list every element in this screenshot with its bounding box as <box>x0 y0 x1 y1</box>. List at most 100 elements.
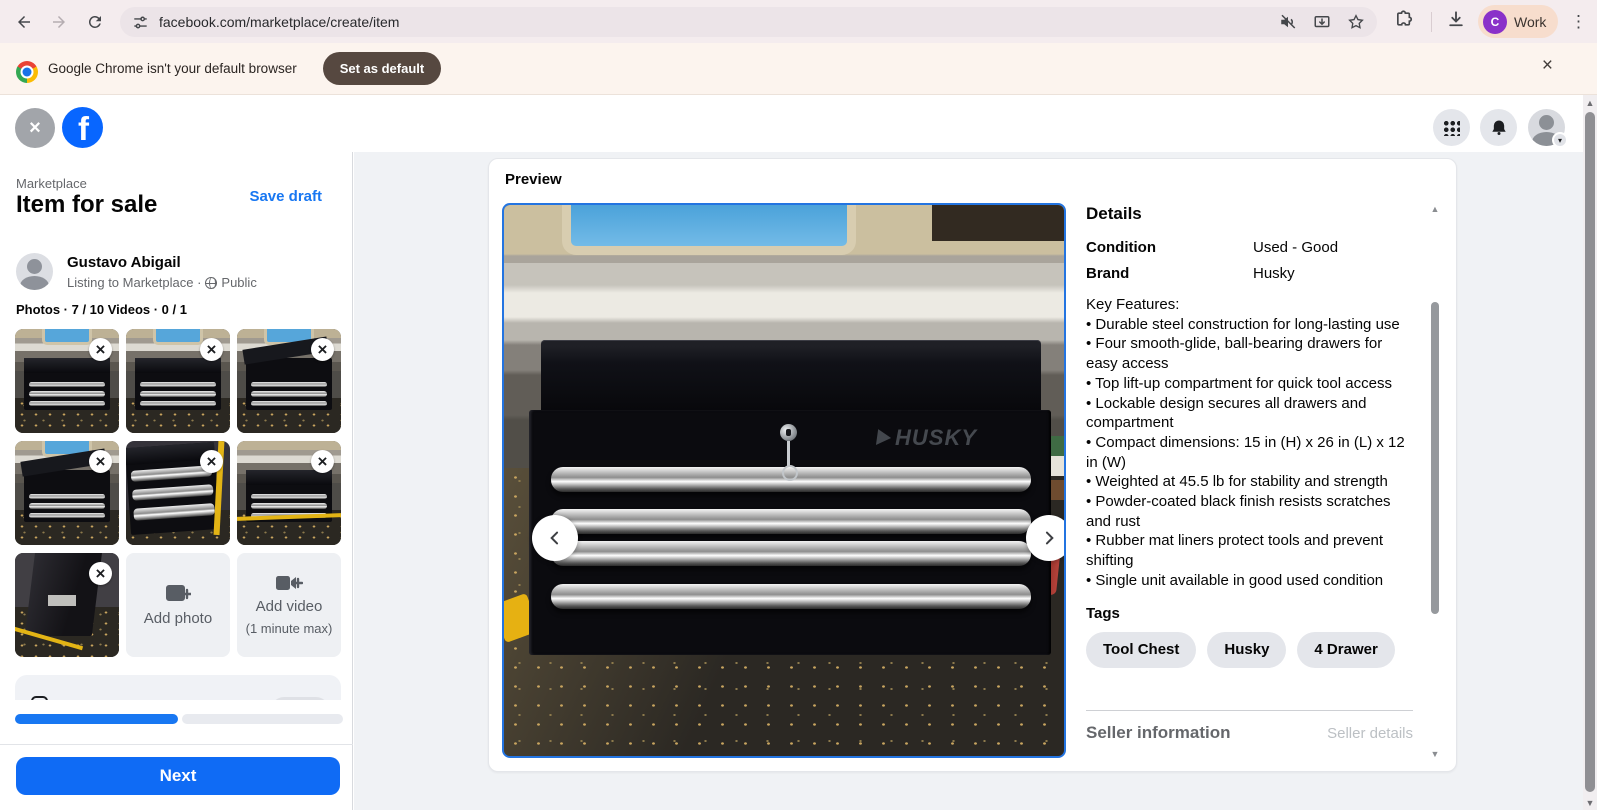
forward-icon[interactable] <box>45 8 73 36</box>
thumb-tool-chest <box>246 470 331 522</box>
thumb-tool-chest <box>24 553 101 636</box>
description-line: Key Features: <box>1086 295 1416 315</box>
remove-photo-button[interactable]: × <box>89 338 112 361</box>
thumb-tool-chest <box>135 358 220 410</box>
description-line: • Compact dimensions: 15 in (H) x 26 in … <box>1086 433 1416 472</box>
details-heading: Details <box>1086 204 1416 224</box>
description-line: • Four smooth-glide, ball-bearing drawer… <box>1086 334 1416 373</box>
detail-value: Used - Good <box>1253 239 1338 256</box>
seller-name: Gustavo Abigail <box>67 254 181 271</box>
remove-photo-button[interactable]: × <box>89 450 112 473</box>
chrome-logo-icon <box>16 61 38 83</box>
tool-chest-lid <box>541 340 1041 417</box>
upload-banner-toggle[interactable] <box>271 697 329 700</box>
detail-row: Brand Husky <box>1086 265 1416 282</box>
add-video-limit: (1 minute max) <box>246 621 333 637</box>
scroll-down-arrow[interactable]: ▼ <box>1583 798 1597 808</box>
scroll-up-arrow[interactable]: ▲ <box>1429 204 1441 214</box>
photo-thumbnail[interactable]: × <box>15 553 119 657</box>
add-photo-button[interactable]: Add photo <box>126 553 230 657</box>
toolbar-divider <box>1431 12 1432 32</box>
install-icon[interactable] <box>1313 13 1331 31</box>
chevron-left-icon <box>545 528 565 548</box>
preview-card: Preview <box>488 158 1457 772</box>
seller-information-row: Seller information Seller details <box>1086 710 1413 743</box>
breadcrumb: Marketplace <box>16 176 87 191</box>
tag-pill[interactable]: 4 Drawer <box>1297 632 1394 668</box>
save-draft-link[interactable]: Save draft <box>249 188 322 205</box>
description-line: • Powder-coated black finish resists scr… <box>1086 492 1416 531</box>
photo-thumbnail[interactable]: × <box>126 329 230 433</box>
set-as-default-button[interactable]: Set as default <box>323 52 442 85</box>
remove-photo-button[interactable]: × <box>311 450 334 473</box>
chevron-right-icon <box>1039 528 1059 548</box>
detail-label: Brand <box>1086 265 1253 282</box>
carousel-next-button[interactable] <box>1026 515 1066 561</box>
remove-photo-button[interactable]: × <box>311 338 334 361</box>
browser-menu-icon[interactable]: ⋮ <box>1570 8 1587 36</box>
bookmark-star-icon[interactable] <box>1347 13 1365 31</box>
download-icon[interactable] <box>1446 9 1466 34</box>
reload-icon[interactable] <box>81 8 109 36</box>
description: Key Features: • Durable steel constructi… <box>1086 295 1416 591</box>
thumb-tool-chest <box>24 470 109 522</box>
phone-icon <box>31 696 48 700</box>
description-line: • Single unit available in good used con… <box>1086 571 1416 591</box>
photo-thumbnail[interactable]: × <box>126 441 230 545</box>
apps-grid-icon <box>1443 119 1460 136</box>
add-video-button[interactable]: Add video (1 minute max) <box>237 553 341 657</box>
preview-heading: Preview <box>505 171 562 188</box>
browser-profile-chip[interactable]: C Work <box>1478 5 1558 38</box>
add-photo-icon <box>165 583 191 605</box>
photo-thumbnail[interactable]: × <box>15 329 119 433</box>
facebook-header: × f ▾ <box>0 95 1597 152</box>
photo-thumbnail[interactable]: × <box>237 441 341 545</box>
url-text[interactable]: facebook.com/marketplace/create/item <box>159 14 1279 30</box>
remove-photo-button[interactable]: × <box>200 450 223 473</box>
seller-avatar <box>16 253 53 290</box>
banner-close-icon[interactable]: × <box>1542 55 1553 77</box>
keyhole <box>780 424 797 441</box>
thumb-window <box>153 329 203 345</box>
carousel-previous-button[interactable] <box>532 515 578 561</box>
husky-logo: HUSKY <box>877 425 977 451</box>
globe-icon <box>205 277 217 289</box>
tag-pill[interactable]: Tool Chest <box>1086 632 1196 668</box>
address-bar[interactable]: facebook.com/marketplace/create/item <box>120 7 1377 37</box>
notifications-button[interactable] <box>1480 109 1517 146</box>
photo-thumbnail[interactable]: × <box>237 329 341 433</box>
extensions-icon[interactable] <box>1394 9 1414 34</box>
photo-thumbnail[interactable]: × <box>15 441 119 545</box>
thumb-tool-chest <box>246 358 331 410</box>
photo-dark-corner <box>932 205 1066 241</box>
scroll-up-arrow[interactable]: ▲ <box>1583 98 1597 108</box>
scrollbar-thumb[interactable] <box>1585 112 1595 792</box>
media-counts: Photos · 7 / 10 Videos · 0 / 1 <box>16 302 187 317</box>
drawer-handle <box>551 541 1031 566</box>
chevron-down-icon[interactable]: ▾ <box>1552 132 1568 148</box>
site-info-icon[interactable] <box>132 14 149 31</box>
remove-photo-button[interactable]: × <box>200 338 223 361</box>
description-line: • Lockable design secures all drawers an… <box>1086 394 1416 433</box>
seller-details-label: Seller details <box>1327 725 1413 742</box>
progress-step-remaining <box>182 714 343 724</box>
remove-photo-button[interactable]: × <box>89 562 112 585</box>
description-line: • Rubber mat liners protect tools and pr… <box>1086 531 1416 570</box>
close-listing-button[interactable]: × <box>15 108 55 148</box>
progress-step-complete <box>15 714 178 724</box>
drawer-handle <box>551 509 1031 534</box>
details-panel: Details Condition Used - Good Brand Husk… <box>1086 204 1416 759</box>
profile-avatar-badge: C <box>1483 10 1507 34</box>
tag-pill[interactable]: Husky <box>1207 632 1286 668</box>
scroll-down-arrow[interactable]: ▼ <box>1429 749 1441 759</box>
window-scrollbar: ▲ ▼ <box>1583 95 1597 810</box>
main-content: Preview <box>354 152 1583 810</box>
thumb-window <box>42 329 92 345</box>
back-icon[interactable] <box>10 8 38 36</box>
mute-icon[interactable] <box>1279 13 1297 31</box>
facebook-logo[interactable]: f <box>62 107 103 148</box>
apps-menu-button[interactable] <box>1433 109 1470 146</box>
next-button[interactable]: Next <box>16 757 340 795</box>
upload-banner: Upload photos directly from your <box>15 675 341 700</box>
scrollbar-thumb[interactable] <box>1431 302 1439 614</box>
